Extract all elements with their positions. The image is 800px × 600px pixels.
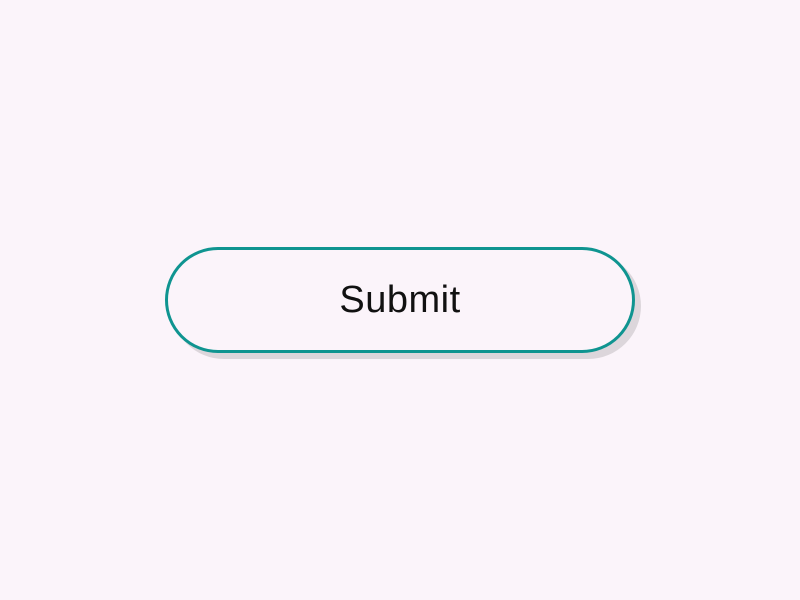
submit-button-label: Submit [339,279,460,322]
submit-button[interactable]: Submit [165,247,635,353]
